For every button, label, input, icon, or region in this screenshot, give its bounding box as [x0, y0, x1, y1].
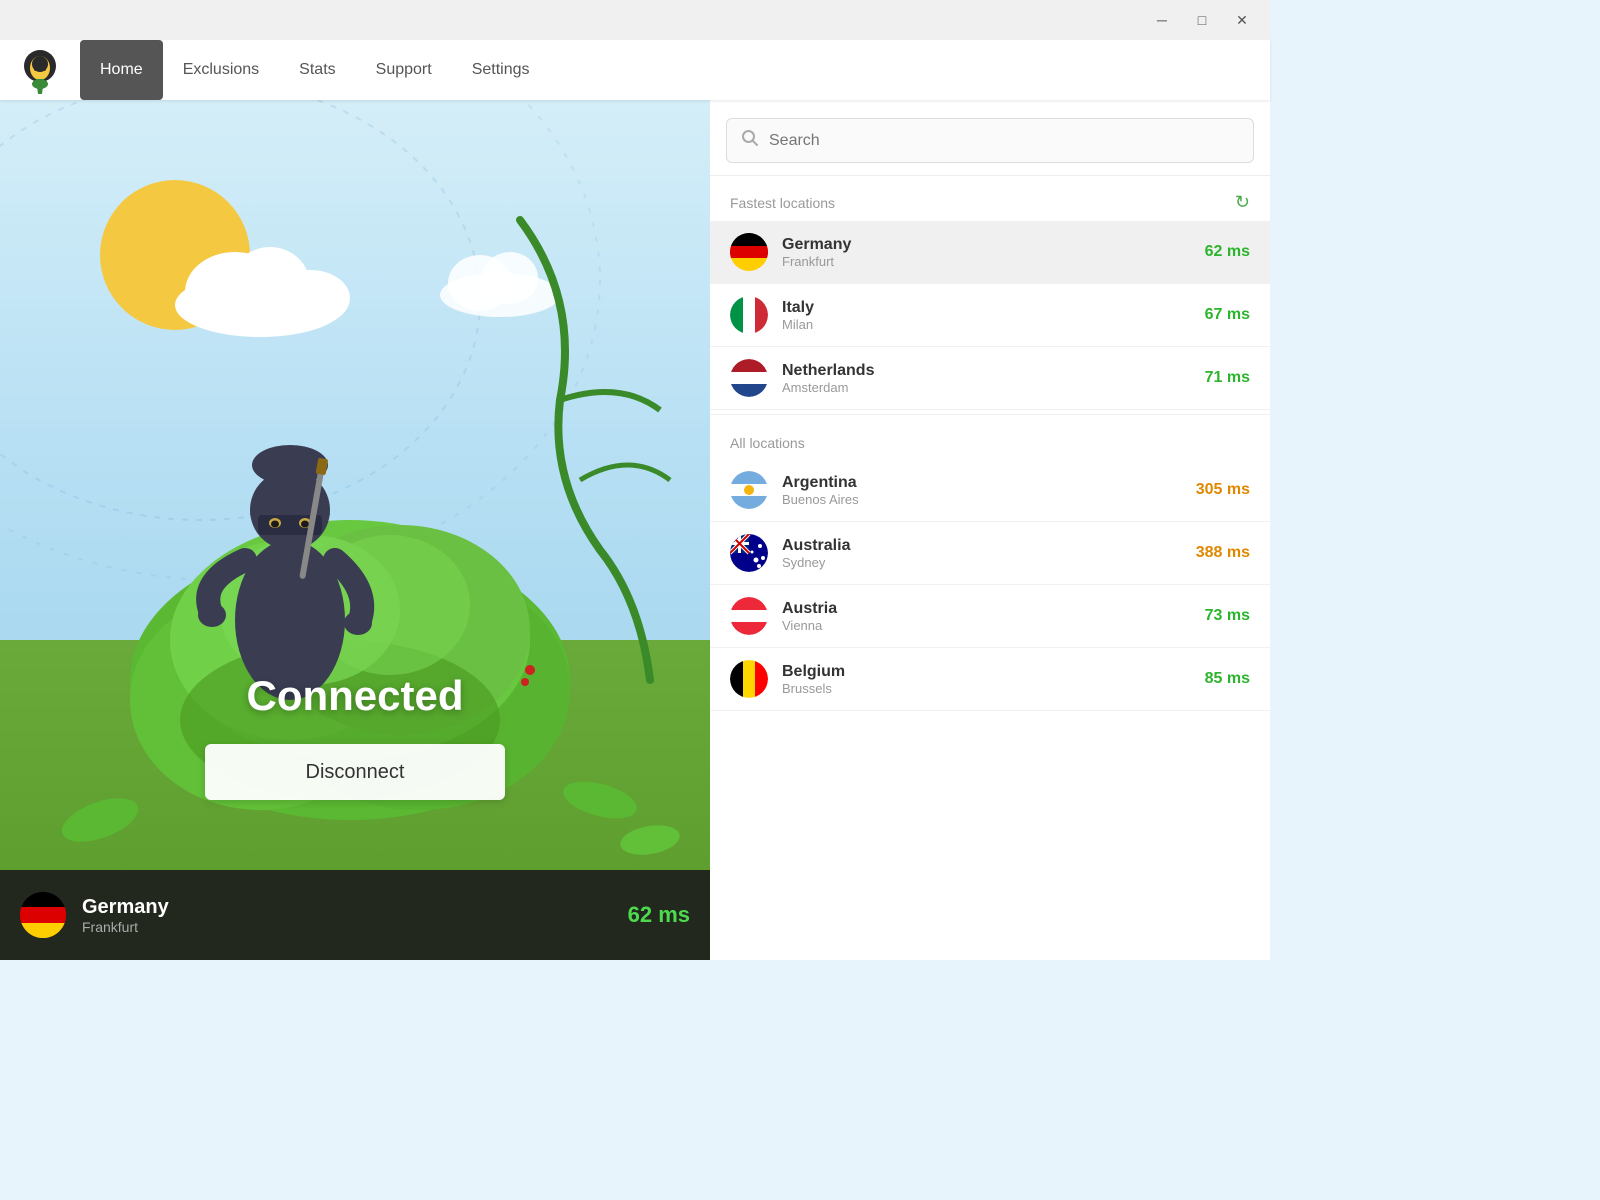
location-item-argentina[interactable]: Argentina Buenos Aires 305 ms [710, 459, 1270, 522]
tab-settings[interactable]: Settings [452, 40, 550, 100]
status-country: Germany [82, 896, 628, 919]
flag-italy [730, 296, 768, 334]
locations-scroll[interactable]: Fastest locations ↻ Germany [710, 176, 1270, 960]
status-city: Frankfurt [82, 919, 628, 935]
location-latency: 67 ms [1205, 306, 1250, 324]
location-info-germany-fast: Germany Frankfurt [782, 236, 1205, 269]
location-city: Milan [782, 317, 1205, 332]
location-city: Amsterdam [782, 380, 1205, 395]
location-item-italy[interactable]: Italy Milan 67 ms [710, 284, 1270, 347]
search-container [710, 100, 1270, 176]
flag-belgium [730, 660, 768, 698]
fastest-locations-header: Fastest locations ↻ [710, 176, 1270, 221]
location-item-austria[interactable]: Austria Vienna 73 ms [710, 585, 1270, 648]
location-latency: 388 ms [1196, 544, 1250, 562]
flag-netherlands [730, 359, 768, 397]
location-info-argentina: Argentina Buenos Aires [782, 474, 1196, 507]
minimize-button[interactable]: ─ [1142, 6, 1182, 34]
title-bar: ─ □ ✕ [0, 0, 1270, 40]
location-latency: 73 ms [1205, 607, 1250, 625]
connected-status: Connected [0, 672, 710, 720]
status-flag [20, 892, 66, 938]
location-latency: 62 ms [1205, 243, 1250, 261]
location-country: Austria [782, 600, 1205, 618]
location-city: Sydney [782, 555, 1196, 570]
location-info-netherlands: Netherlands Amsterdam [782, 362, 1205, 395]
status-latency: 62 ms [628, 902, 690, 928]
location-country: Belgium [782, 663, 1205, 681]
status-bar: Germany Frankfurt 62 ms [0, 870, 710, 960]
location-latency: 85 ms [1205, 670, 1250, 688]
flag-argentina [730, 471, 768, 509]
location-country: Germany [782, 236, 1205, 254]
all-locations-title: All locations [730, 435, 805, 451]
flag-australia [730, 534, 768, 572]
app-logo [16, 46, 64, 94]
search-box [726, 118, 1254, 163]
location-info-austria: Austria Vienna [782, 600, 1205, 633]
location-latency: 71 ms [1205, 369, 1250, 387]
location-city: Vienna [782, 618, 1205, 633]
nav-bar: Home Exclusions Stats Support Settings [0, 40, 1270, 100]
disconnect-button[interactable]: Disconnect [205, 744, 505, 800]
tab-support[interactable]: Support [356, 40, 452, 100]
location-info-australia: Australia Sydney [782, 537, 1196, 570]
location-latency: 305 ms [1196, 481, 1250, 499]
location-info-belgium: Belgium Brussels [782, 663, 1205, 696]
location-country: Australia [782, 537, 1196, 555]
location-item-netherlands[interactable]: Netherlands Amsterdam 71 ms [710, 347, 1270, 410]
all-locations-header: All locations [710, 419, 1270, 459]
divider [710, 414, 1270, 415]
left-panel: Connected Disconnect Germany Frankfurt [0, 100, 710, 960]
maximize-button[interactable]: □ [1182, 6, 1222, 34]
flag-austria [730, 597, 768, 635]
location-item-germany-fast[interactable]: Germany Frankfurt 62 ms [710, 221, 1270, 284]
fastest-locations-title: Fastest locations [730, 195, 835, 211]
status-info: Germany Frankfurt [82, 896, 628, 935]
search-icon [741, 129, 759, 152]
location-city: Buenos Aires [782, 492, 1196, 507]
nav-tabs: Home Exclusions Stats Support Settings [80, 40, 550, 100]
tab-exclusions[interactable]: Exclusions [163, 40, 279, 100]
search-input[interactable] [769, 132, 1239, 150]
flag-germany [730, 233, 768, 271]
location-country: Netherlands [782, 362, 1205, 380]
refresh-icon[interactable]: ↻ [1235, 192, 1250, 213]
location-country: Italy [782, 299, 1205, 317]
main-content: Connected Disconnect Germany Frankfurt [0, 100, 1270, 960]
location-city: Brussels [782, 681, 1205, 696]
location-city: Frankfurt [782, 254, 1205, 269]
location-item-australia[interactable]: Australia Sydney 388 ms [710, 522, 1270, 585]
location-info-italy: Italy Milan [782, 299, 1205, 332]
right-panel: Fastest locations ↻ Germany [710, 100, 1270, 960]
close-button[interactable]: ✕ [1222, 6, 1262, 34]
tab-home[interactable]: Home [80, 40, 163, 100]
location-item-belgium[interactable]: Belgium Brussels 85 ms [710, 648, 1270, 711]
tab-stats[interactable]: Stats [279, 40, 355, 100]
location-country: Argentina [782, 474, 1196, 492]
